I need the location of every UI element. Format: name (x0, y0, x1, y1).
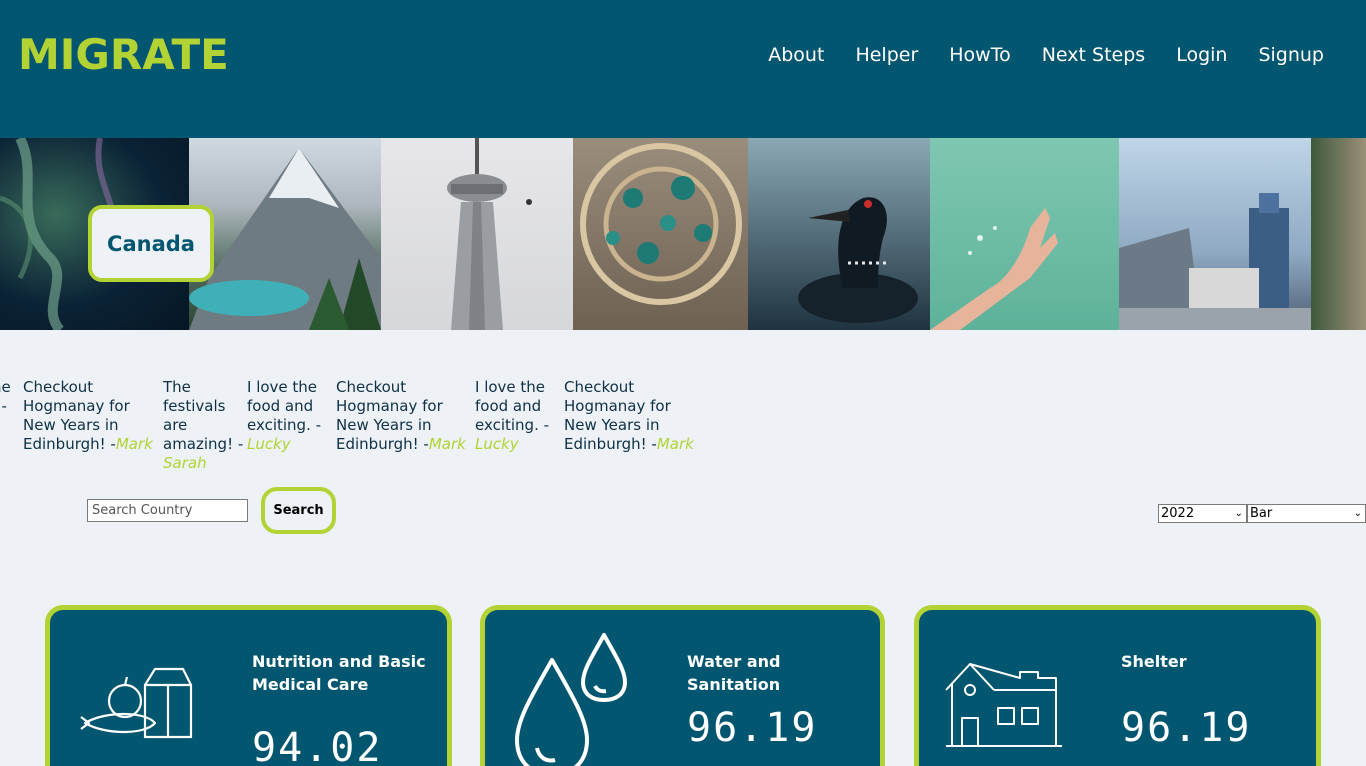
shelter-card: Shelter 96.19 (914, 605, 1321, 766)
nav-helper-link[interactable]: Helper (855, 44, 918, 66)
photo-mountain-lake (189, 138, 381, 330)
nav-signup-link[interactable]: Signup (1258, 44, 1324, 66)
testimonial-item: Checkout Hogmanay for New Years in Edinb… (336, 378, 466, 454)
testimonial-item: I love the food and exciting. - Lucky (247, 378, 321, 454)
nav-next-steps-link[interactable]: Next Steps (1042, 44, 1145, 66)
testimonial-item: Checkout Hogmanay for New Years in Edinb… (23, 378, 153, 454)
water-card: Water and Sanitation 96.19 (480, 605, 885, 766)
testimonial-ticker: he . - Checkout Hogmanay for New Years i… (0, 378, 1366, 478)
card-value: 96.19 (1121, 705, 1252, 751)
testimonial-author: Mark (656, 435, 694, 453)
chart-type-select[interactable]: Bar ⌄ (1247, 504, 1366, 523)
photo-hand-water (930, 138, 1119, 330)
card-title: Nutrition and Basic Medical Care (252, 652, 426, 694)
year-select-value: 2022 (1161, 506, 1195, 521)
testimonial-text: Checkout Hogmanay for New Years in Edinb… (564, 378, 671, 453)
chart-type-select-value: Bar (1250, 506, 1273, 521)
photo-city-buildings (1119, 138, 1311, 330)
photo-cn-tower (381, 138, 573, 330)
chevron-down-icon: ⌄ (1353, 508, 1362, 519)
card-title: Water and Sanitation (687, 652, 781, 694)
search-button[interactable]: Search (261, 487, 336, 534)
site-header: MIGRATE About Helper HowTo Next Steps Lo… (0, 0, 1366, 138)
food-icon (80, 667, 193, 739)
nutrition-card: Nutrition and Basic Medical Care 94.02 (45, 605, 452, 766)
testimonial-author: Mark (115, 435, 153, 453)
nav-howto-link[interactable]: HowTo (949, 44, 1010, 66)
testimonial-item: The festivals are amazing! - Sarah (163, 378, 243, 473)
year-select[interactable]: 2022 ⌄ (1158, 504, 1247, 523)
testimonial-author: Mark (428, 435, 466, 453)
chevron-down-icon: ⌄ (1234, 508, 1243, 519)
testimonial-text: I love the food and exciting. - (475, 378, 550, 434)
nav-about-link[interactable]: About (768, 44, 824, 66)
testimonial-item: Checkout Hogmanay for New Years in Edinb… (564, 378, 694, 454)
testimonial-author: Lucky (475, 435, 519, 453)
search-country-input[interactable] (87, 499, 248, 522)
nav-login-link[interactable]: Login (1176, 44, 1227, 66)
testimonial-text: he . - (0, 378, 11, 415)
testimonial-text: I love the food and exciting. - (247, 378, 322, 434)
testimonial-text: The festivals are amazing! - (163, 378, 244, 453)
water-drops-icon (515, 633, 627, 766)
testimonial-text: Checkout Hogmanay for New Years in Edinb… (336, 378, 443, 453)
testimonial-author: Sarah (163, 454, 207, 472)
logo[interactable]: MIGRATE (18, 30, 229, 79)
card-value: 96.19 (687, 705, 818, 751)
card-title: Shelter (1121, 652, 1187, 671)
photo-sculpture (573, 138, 748, 330)
testimonial-item: he . - (0, 378, 11, 416)
house-icon (945, 663, 1062, 747)
testimonial-text: Checkout Hogmanay for New Years in Edinb… (23, 378, 130, 453)
testimonial-item: I love the food and exciting. - Lucky (475, 378, 549, 454)
country-badge: Canada (88, 205, 214, 282)
photo-loon (748, 138, 930, 330)
testimonial-author: Lucky (247, 435, 291, 453)
card-value: 94.02 (252, 725, 383, 766)
main-nav: About Helper HowTo Next Steps Login Sign… (768, 44, 1324, 66)
photo-forest-edge (1311, 138, 1366, 330)
